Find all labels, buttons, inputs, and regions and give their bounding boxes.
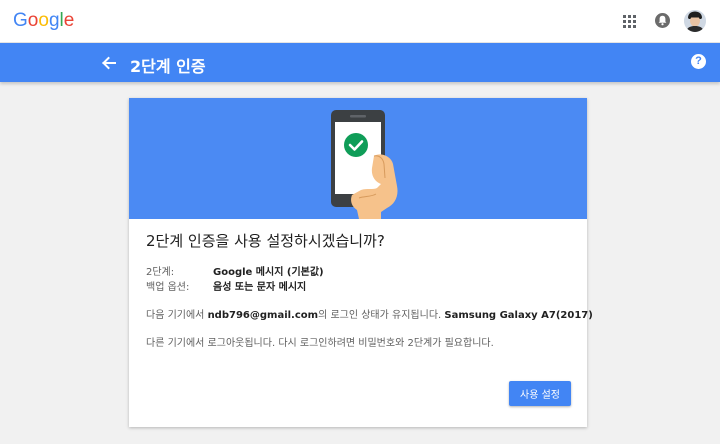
info-value: 음성 또는 문자 메시지	[213, 282, 307, 293]
logo-letter: G	[13, 10, 28, 31]
session-kept-message: 다음 기기에서 ndb796@gmail.com의 로그인 상태가 유지됩니다.…	[146, 306, 593, 321]
info-label: 백업 옵션:	[146, 282, 190, 293]
device-name: Samsung Galaxy A7(2017)	[444, 310, 593, 321]
sign-out-message: 다른 기기에서 로그아웃됩니다. 다시 로그인하려면 비밀번호와 2단계가 필요…	[146, 338, 494, 349]
notifications-icon[interactable]	[655, 13, 670, 28]
logo-letter: g	[48, 10, 60, 31]
account-avatar[interactable]	[684, 10, 706, 32]
info-label: 2단계:	[146, 267, 175, 278]
top-app-bar: Google	[0, 0, 720, 43]
enable-button[interactable]: 사용 설정	[509, 381, 571, 406]
hero-illustration	[129, 98, 587, 219]
page-toolbar: 2단계 인증 ?	[0, 43, 720, 82]
logo-letter: e	[63, 10, 75, 31]
message-text: 다음 기기에서	[146, 310, 208, 321]
info-value: Google 메시지 (기본값)	[213, 267, 324, 278]
card-title: 2단계 인증을 사용 설정하시겠습니까?	[146, 232, 385, 250]
arrow-back-icon[interactable]	[100, 54, 118, 72]
apps-grid-icon[interactable]	[623, 15, 636, 28]
page-title: 2단계 인증	[130, 57, 206, 76]
help-icon[interactable]: ?	[691, 54, 706, 69]
message-text: 의 로그인 상태가 유지됩니다.	[318, 310, 445, 321]
confirmation-card: 2단계 인증을 사용 설정하시겠습니까? 2단계: Google 메시지 (기본…	[129, 98, 593, 427]
logo-letter: o	[27, 10, 39, 31]
logo-letter: o	[38, 10, 49, 31]
google-logo[interactable]: Google	[13, 10, 74, 32]
account-email: ndb796@gmail.com	[207, 310, 319, 321]
